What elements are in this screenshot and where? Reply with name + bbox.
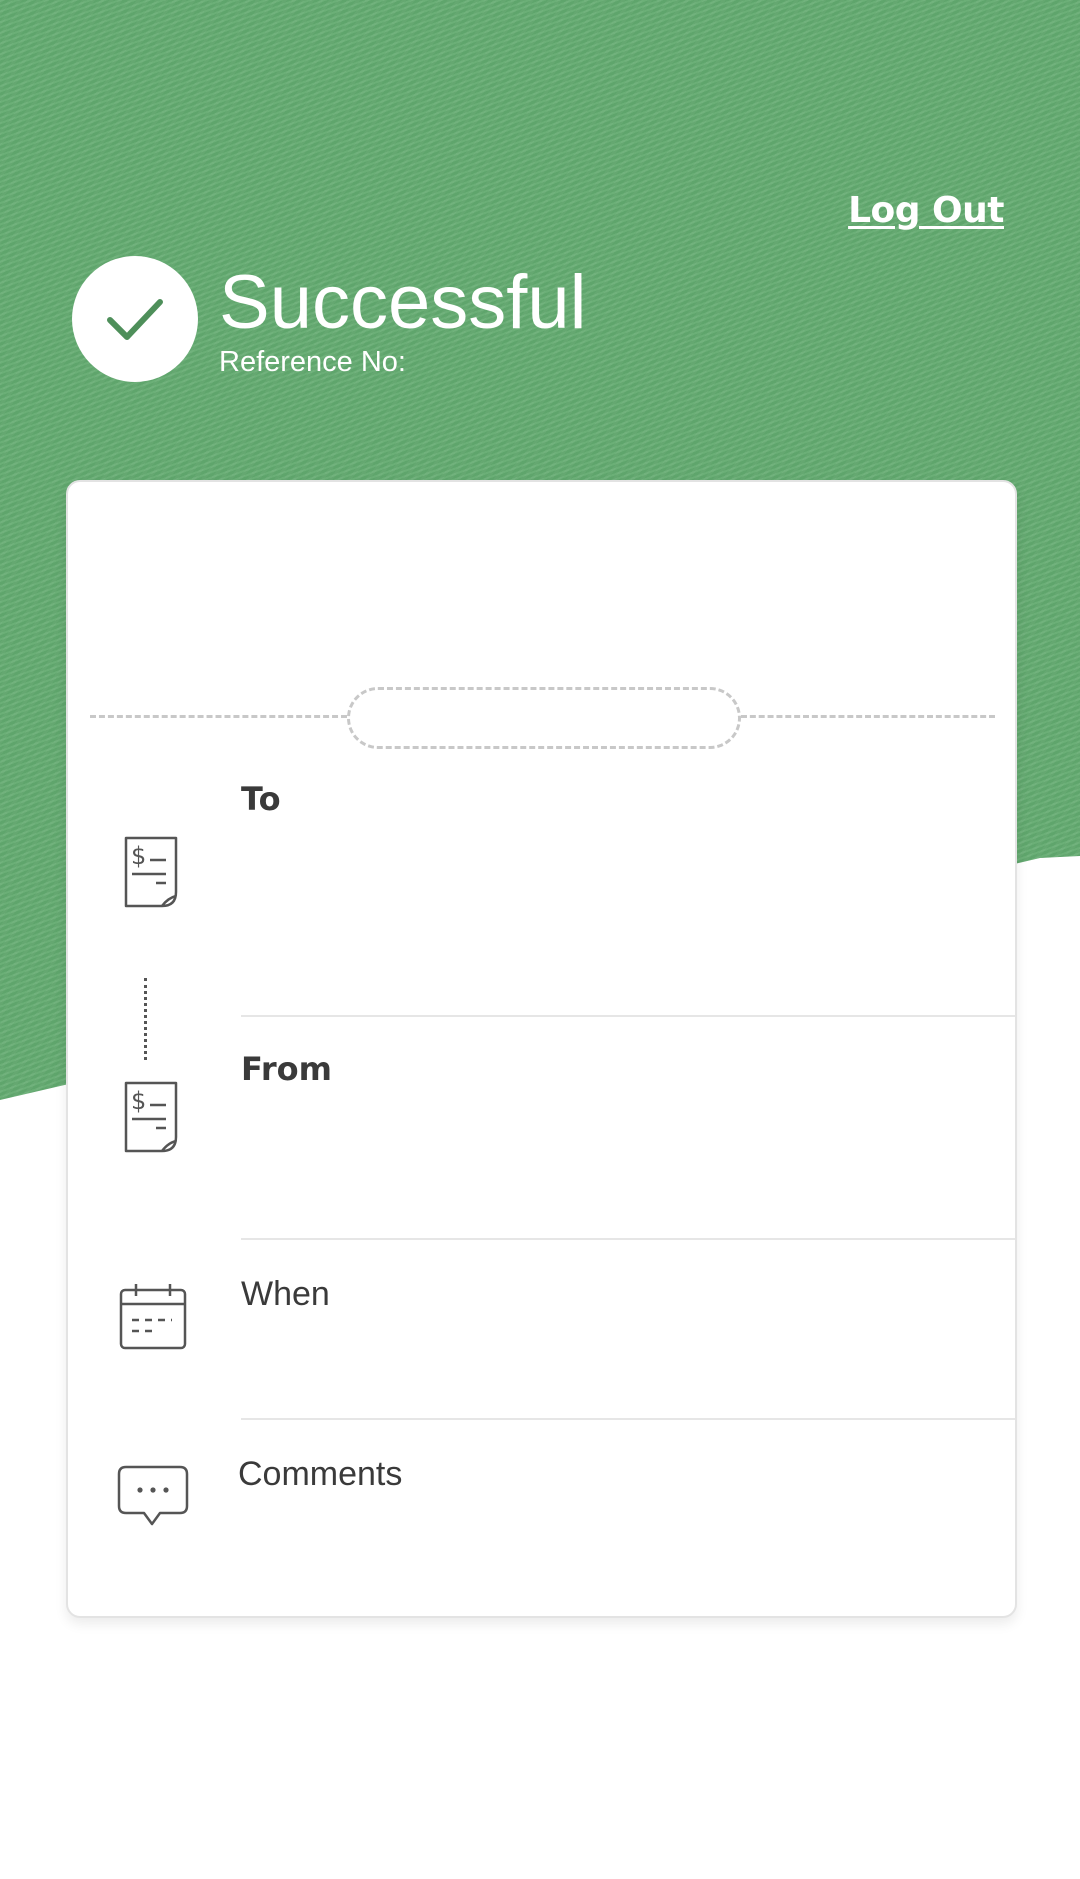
reference-label: Reference No: <box>219 346 406 378</box>
when-label: When <box>241 1275 330 1313</box>
divider <box>241 1418 1015 1420</box>
chat-bubble-icon <box>117 1465 189 1526</box>
comments-label: Comments <box>238 1455 403 1493</box>
dashed-separator-left <box>90 715 347 718</box>
checkmark-icon <box>107 299 163 340</box>
bill-icon: $ <box>124 836 178 908</box>
svg-text:$: $ <box>131 842 146 870</box>
dashed-separator-right <box>741 715 995 718</box>
to-label: To <box>241 780 281 818</box>
bill-icon: $ <box>124 1081 178 1153</box>
divider <box>241 1238 1015 1240</box>
logout-link[interactable]: Log Out <box>848 190 1004 231</box>
transaction-card: $ To $ From When Comments <box>66 480 1017 1618</box>
divider <box>241 1015 1015 1017</box>
status-title: Successful <box>219 260 587 345</box>
success-badge <box>72 256 198 382</box>
from-label: From <box>241 1050 332 1088</box>
connector-line <box>144 978 147 1060</box>
calendar-icon <box>119 1284 187 1350</box>
svg-text:$: $ <box>131 1087 146 1115</box>
dashed-separator-pill <box>347 687 741 749</box>
